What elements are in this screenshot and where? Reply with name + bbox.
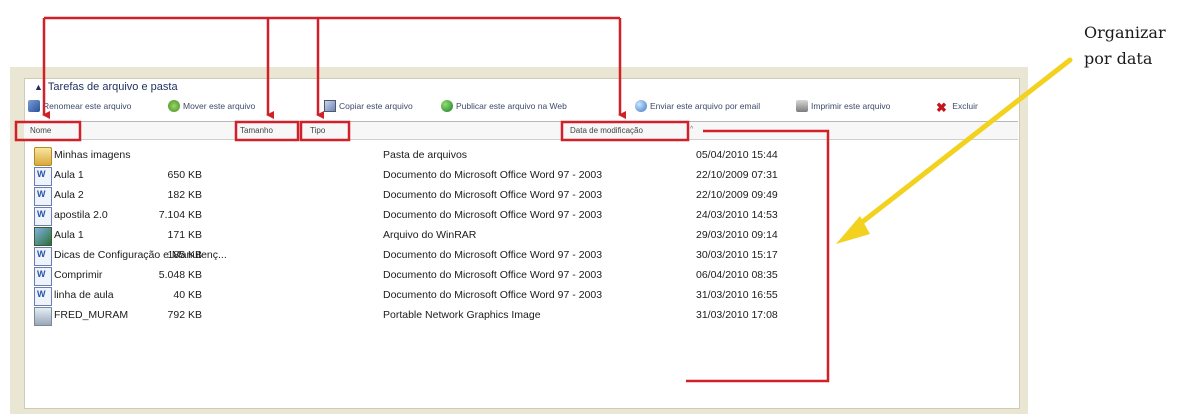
- highlight-box-nome: [14, 120, 82, 142]
- yellow-pointer-arrow: [836, 57, 1073, 244]
- header-bracket-lines: [42, 16, 626, 119]
- highlight-box-data: [560, 120, 690, 142]
- annotation-overlay: [14, 16, 1073, 383]
- date-column-bracket: [686, 129, 830, 383]
- highlight-box-tipo: [299, 120, 351, 142]
- highlight-box-tamanho: [234, 120, 300, 142]
